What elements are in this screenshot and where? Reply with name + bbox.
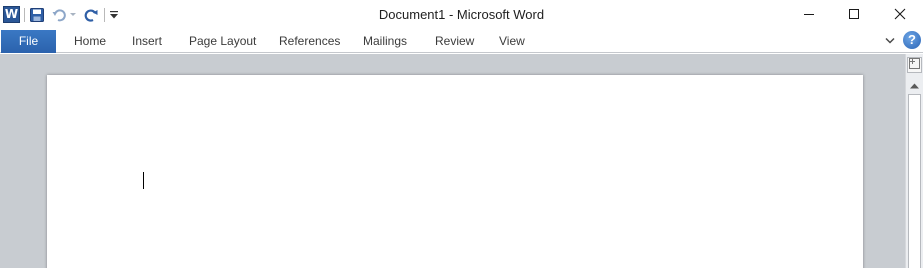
tab-references[interactable]: References [279, 30, 340, 53]
tab-home[interactable]: Home [74, 30, 106, 53]
ruler-icon [909, 58, 920, 72]
chevron-down-icon [885, 34, 895, 48]
scroll-thumb[interactable] [908, 94, 921, 268]
close-button[interactable] [877, 0, 923, 30]
tab-page-layout[interactable]: Page Layout [189, 30, 256, 53]
document-workspace [0, 54, 905, 268]
view-ruler-button[interactable] [907, 57, 922, 73]
tab-mailings[interactable]: Mailings [363, 30, 407, 53]
document-page[interactable] [47, 75, 863, 268]
help-button[interactable]: ? [903, 31, 921, 49]
arrow-up-icon [910, 78, 919, 92]
vertical-scrollbar[interactable] [905, 54, 923, 268]
minimize-ribbon-button[interactable] [884, 35, 896, 47]
title-bar: W Document1 - Microsoft Word [0, 0, 923, 30]
minimize-icon [803, 8, 815, 23]
window-title: Document1 - Microsoft Word [378, 7, 545, 22]
close-icon [894, 8, 906, 23]
minimize-button[interactable] [786, 0, 832, 30]
tab-view[interactable]: View [499, 30, 525, 53]
ribbon-tab-strip: File Home Insert Page Layout References … [0, 30, 923, 53]
tab-file[interactable]: File [1, 30, 56, 53]
maximize-icon [848, 8, 860, 23]
tab-insert[interactable]: Insert [132, 30, 162, 53]
maximize-button[interactable] [831, 0, 877, 30]
tab-review[interactable]: Review [435, 30, 474, 53]
scroll-up-button[interactable] [907, 78, 922, 92]
text-cursor [143, 172, 144, 189]
